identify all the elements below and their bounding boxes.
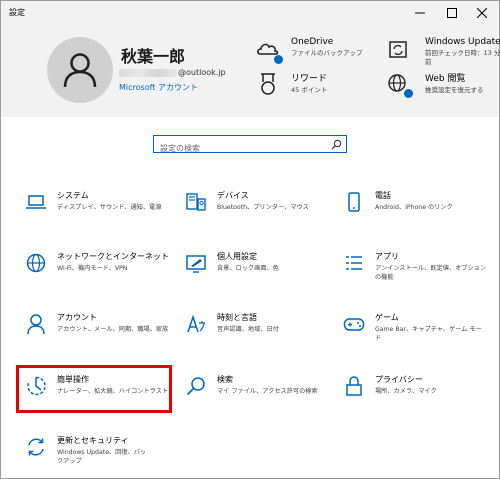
time-language-icon: [187, 314, 205, 333]
category-desc: Wi-Fi、機内モード、VPN: [57, 264, 128, 272]
window-title: 設定: [9, 8, 25, 17]
ease-of-access-highlight: [16, 365, 172, 413]
category-phone[interactable]: 電話 Android、iPhone のリンク: [343, 191, 493, 213]
category-desc: マイ ファイル、アクセス許可の検索: [217, 387, 318, 395]
search-icon: [186, 377, 205, 396]
settings-window: 設定 秋葉一郎 @outlook.jp Microsoft アカウント OneD…: [0, 0, 500, 479]
category-update-security[interactable]: 更新とセキュリティ Windows Update、回復、バックアップ: [25, 436, 175, 466]
personalization-icon: [186, 255, 206, 273]
gamepad-icon: [343, 318, 365, 331]
maximize-button[interactable]: [437, 1, 467, 25]
category-title: ゲーム: [375, 313, 399, 322]
lock-icon: [346, 376, 362, 396]
laptop-icon: [26, 195, 46, 209]
close-icon: [477, 8, 487, 18]
rewards-item[interactable]: リワード 45 ポイント: [255, 71, 327, 97]
category-title: 更新とセキュリティ: [57, 436, 129, 445]
search-input[interactable]: [154, 140, 324, 157]
web-browsing-subtitle: 推奨設定を復元する: [425, 86, 484, 94]
user-name: 秋葉一郎: [121, 47, 186, 66]
category-desc: Windows Update、回復、バックアップ: [57, 448, 147, 465]
onedrive-subtitle: ファイルのバックアップ: [291, 49, 363, 57]
rewards-icon: [255, 71, 281, 97]
category-title: アプリ: [375, 252, 399, 261]
category-desc: Bluetooth、プリンター、マウス: [217, 203, 309, 211]
email-domain: @outlook.jp: [178, 68, 226, 77]
email-redaction: [119, 68, 177, 77]
category-desc: 音声認識、地域、日付: [217, 325, 279, 333]
globe-icon: [26, 253, 46, 273]
category-desc: アンインストール、既定値、オプションの機能: [375, 264, 487, 281]
microsoft-account-link[interactable]: Microsoft アカウント: [119, 82, 198, 93]
category-title: 電話: [375, 191, 391, 200]
search-field-icon[interactable]: [331, 139, 342, 150]
devices-icon: [186, 193, 206, 211]
web-browsing-item[interactable]: Web 閲覧 推奨設定を復元する: [385, 71, 484, 98]
category-apps[interactable]: アプリ アンインストール、既定値、オプションの機能: [343, 252, 493, 282]
category-title: システム: [57, 191, 89, 200]
category-gaming[interactable]: ゲーム Game Bar、キャプチャ、ゲーム モード: [343, 313, 493, 343]
category-title: 個人用設定: [217, 252, 257, 261]
minimize-button[interactable]: [405, 1, 435, 25]
category-title: プライバシー: [375, 375, 423, 384]
category-desc: Android、iPhone のリンク: [375, 203, 453, 211]
category-devices[interactable]: デバイス Bluetooth、プリンター、マウス: [185, 191, 335, 213]
user-email: @outlook.jp: [119, 68, 226, 77]
maximize-icon: [447, 8, 457, 18]
category-title: 検索: [217, 375, 233, 384]
account-header: 秋葉一郎 @outlook.jp Microsoft アカウント OneDriv…: [1, 25, 500, 117]
category-title: ネットワークとインターネット: [57, 252, 169, 261]
apps-icon: [346, 256, 362, 270]
category-search[interactable]: 検索 マイ ファイル、アクセス許可の検索: [185, 375, 335, 397]
settings-search[interactable]: [153, 135, 347, 157]
person-avatar-icon: [63, 53, 97, 88]
category-system[interactable]: システム ディスプレイ、サウンド、通知、電源: [25, 191, 175, 213]
category-title: デバイス: [217, 191, 249, 200]
category-desc: Game Bar、キャプチャ、ゲーム モード: [375, 325, 482, 342]
onedrive-icon: [255, 37, 283, 64]
rewards-title: リワード: [291, 74, 328, 84]
web-browsing-title: Web 閲覧: [425, 74, 466, 84]
category-network[interactable]: ネットワークとインターネット Wi-Fi、機内モード、VPN: [25, 252, 175, 274]
category-title: 時刻と言語: [217, 313, 257, 322]
sync-icon: [28, 438, 44, 456]
category-desc: ディスプレイ、サウンド、通知、電源: [57, 203, 162, 211]
avatar[interactable]: [47, 37, 113, 103]
category-accounts[interactable]: アカウント アカウント、メール、同期、職場、家族: [25, 313, 175, 335]
category-personalization[interactable]: 個人用設定 背景、ロック画面、色: [185, 252, 335, 274]
windows-update-subtitle: 前回チェック日時：13 分前: [425, 49, 500, 66]
category-time-language[interactable]: 時刻と言語 音声認識、地域、日付: [185, 313, 335, 335]
rewards-subtitle: 45 ポイント: [291, 86, 328, 94]
category-desc: 背景、ロック画面、色: [217, 264, 279, 272]
onedrive-title: OneDrive: [291, 37, 334, 47]
windows-update-item[interactable]: Windows Update 前回チェック日時：13 分前: [385, 37, 500, 67]
person-icon: [27, 314, 45, 335]
title-bar: 設定: [1, 1, 499, 25]
phone-icon: [348, 192, 360, 212]
category-desc: 場所、カメラ、マイク: [375, 387, 437, 395]
onedrive-item[interactable]: OneDrive ファイルのバックアップ: [255, 37, 363, 64]
category-title: アカウント: [57, 313, 97, 322]
minimize-icon: [415, 12, 425, 14]
windows-update-title: Windows Update: [425, 37, 500, 47]
web-browsing-icon: [385, 71, 413, 98]
windows-update-icon: [385, 37, 411, 63]
close-button[interactable]: [467, 1, 497, 25]
category-desc: アカウント、メール、同期、職場、家族: [57, 325, 169, 333]
category-privacy[interactable]: プライバシー 場所、カメラ、マイク: [343, 375, 493, 397]
